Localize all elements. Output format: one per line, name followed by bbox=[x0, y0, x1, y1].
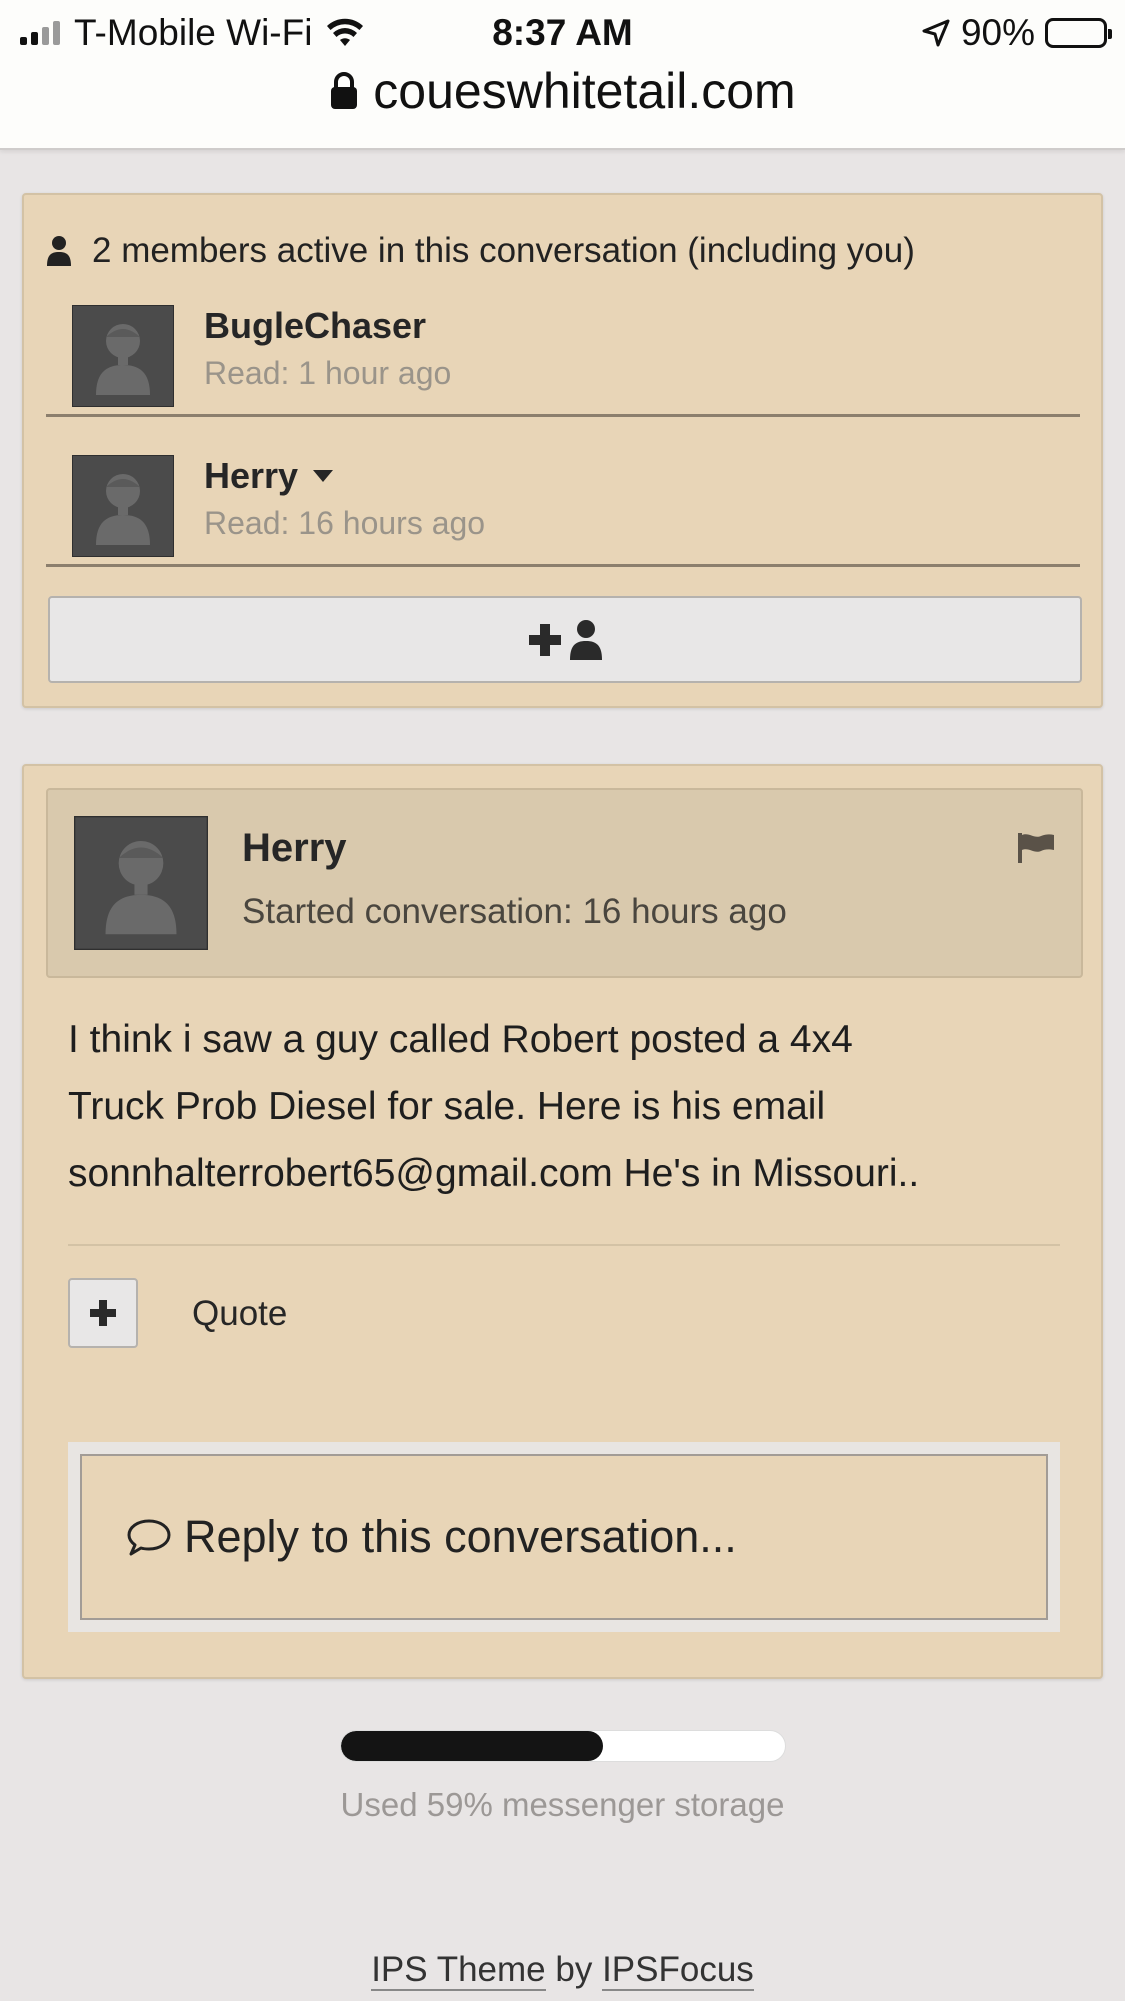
member-name[interactable]: BugleChaser bbox=[204, 305, 426, 347]
battery-icon bbox=[1045, 18, 1112, 48]
member-row-herry[interactable]: Herry Read: 16 hours ago bbox=[46, 445, 1080, 567]
storage-label: Used 59% messenger storage bbox=[340, 1786, 785, 1823]
lock-icon bbox=[331, 72, 358, 109]
member-row-buglechaser[interactable]: BugleChaser Read: 1 hour ago bbox=[46, 295, 1080, 417]
member-read-time: Read: 1 hour ago bbox=[204, 355, 452, 391]
message-line: I think i saw a guy called Robert posted… bbox=[68, 1018, 853, 1061]
add-user-icon bbox=[570, 619, 602, 660]
avatar[interactable] bbox=[72, 455, 174, 557]
footer: IPS Theme by IPSFocus bbox=[0, 1950, 1125, 1991]
caret-down-icon[interactable] bbox=[312, 469, 334, 483]
divider bbox=[68, 1244, 1060, 1246]
theme-link[interactable]: IPS Theme bbox=[371, 1950, 546, 1991]
member-read-time: Read: 16 hours ago bbox=[204, 505, 486, 541]
status-right: 90% bbox=[921, 12, 1112, 54]
multiquote-button[interactable] bbox=[68, 1278, 138, 1348]
plus-icon bbox=[90, 1300, 116, 1326]
members-heading: 2 members active in this conversation (i… bbox=[46, 231, 915, 271]
conversation-panel: Herry Started conversation: 16 hours ago… bbox=[22, 764, 1103, 1679]
add-participant-button[interactable] bbox=[48, 596, 1082, 683]
message-line: sonnhalterrobert65@gmail.com He's in Mis… bbox=[68, 1152, 920, 1195]
user-icon bbox=[47, 236, 71, 266]
battery-percent: 90% bbox=[960, 12, 1035, 53]
author-avatar[interactable] bbox=[74, 816, 208, 950]
report-flag-icon[interactable] bbox=[1017, 832, 1055, 864]
message-body: I think i saw a guy called Robert posted… bbox=[68, 1006, 1068, 1207]
status-bar: T-Mobile Wi-Fi 8:37 AM 90% bbox=[0, 8, 1125, 56]
message-line: Truck Prob Diesel for sale. Here is his … bbox=[68, 1085, 826, 1128]
plus-icon bbox=[529, 623, 561, 656]
address-bar[interactable]: coueswhitetail.com bbox=[0, 62, 1125, 120]
author-name[interactable]: Herry bbox=[242, 826, 347, 871]
footer-by: by bbox=[555, 1950, 593, 1989]
comment-icon bbox=[127, 1519, 171, 1556]
storage-progress-bar bbox=[340, 1730, 786, 1762]
reply-input[interactable]: Reply to this conversation... bbox=[80, 1454, 1048, 1620]
reply-placeholder: Reply to this conversation... bbox=[184, 1511, 737, 1562]
browser-top-bar: T-Mobile Wi-Fi 8:37 AM 90% coueswhitetai… bbox=[0, 0, 1125, 150]
url-text: coueswhitetail.com bbox=[373, 63, 796, 119]
message-header: Herry Started conversation: 16 hours ago bbox=[46, 788, 1083, 978]
member-name[interactable]: Herry bbox=[204, 455, 334, 497]
members-heading-text: 2 members active in this conversation (i… bbox=[92, 231, 915, 270]
ipsfocus-link[interactable]: IPSFocus bbox=[602, 1950, 754, 1991]
storage-progress-fill bbox=[341, 1731, 603, 1761]
started-time: Started conversation: 16 hours ago bbox=[242, 892, 787, 931]
reply-editor-wrapper: Reply to this conversation... bbox=[68, 1442, 1060, 1632]
quote-button[interactable]: Quote bbox=[192, 1294, 287, 1334]
members-panel: 2 members active in this conversation (i… bbox=[22, 193, 1103, 708]
avatar[interactable] bbox=[72, 305, 174, 407]
location-arrow-icon bbox=[922, 19, 950, 47]
